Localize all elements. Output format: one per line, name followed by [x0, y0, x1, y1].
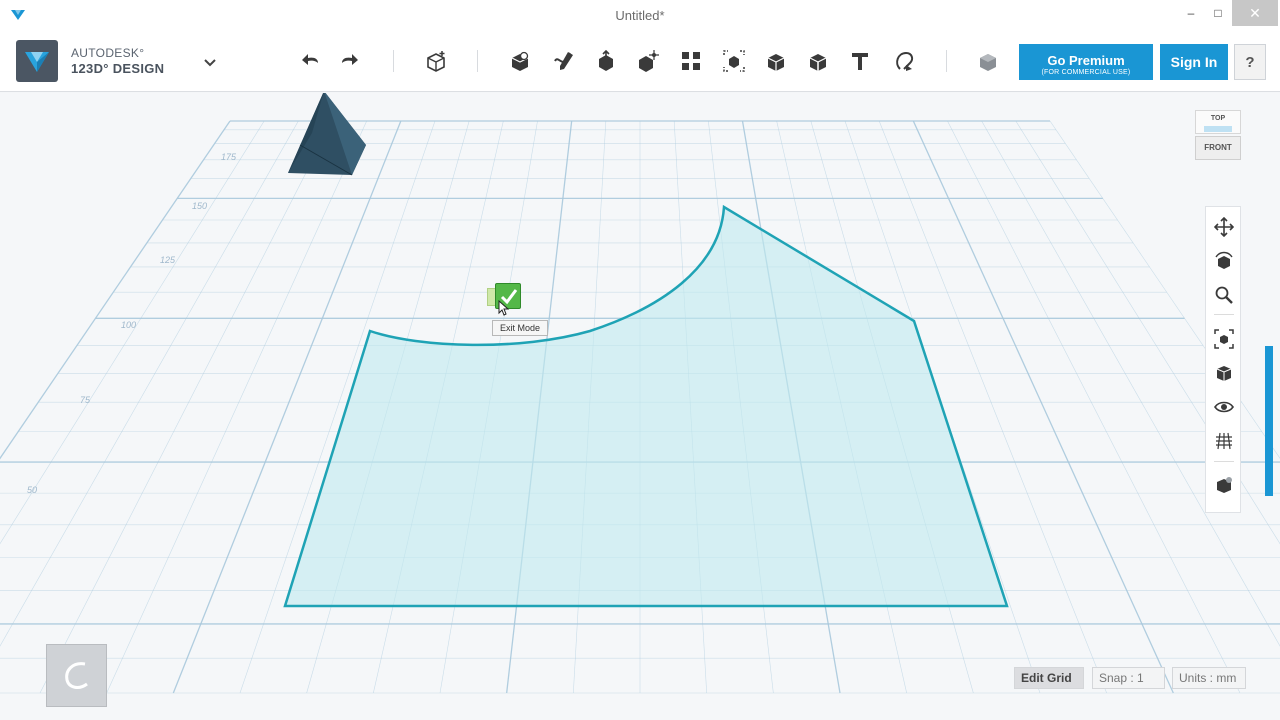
- navbar-separator: [1214, 314, 1234, 315]
- app-menu-logo[interactable]: [16, 40, 58, 82]
- close-button[interactable]: ✕: [1232, 0, 1278, 26]
- grid-label: 150: [192, 201, 208, 211]
- edit-grid-button[interactable]: Edit Grid: [1014, 667, 1084, 689]
- go-premium-button[interactable]: Go Premium (FOR COMMERCIAL USE): [1019, 44, 1153, 80]
- materials-icon[interactable]: [1211, 472, 1237, 498]
- grouping-icon[interactable]: [719, 46, 749, 76]
- scene-canvas[interactable]: [0, 93, 1280, 720]
- chevron-down-icon[interactable]: [202, 54, 218, 70]
- views-icon[interactable]: [1211, 360, 1237, 386]
- snap-icon[interactable]: [889, 46, 919, 76]
- brand-line2: 123D° DESIGN: [71, 61, 165, 76]
- view-cube-highlight: [1204, 126, 1232, 132]
- construct-icon[interactable]: [591, 46, 621, 76]
- material-icon[interactable]: [973, 46, 1003, 76]
- mouse-cursor-icon: [498, 300, 510, 316]
- maximize-button[interactable]: □: [1203, 0, 1233, 26]
- grid-label: 100: [121, 320, 137, 330]
- brand-name[interactable]: AUTODESK° 123D° DESIGN: [71, 46, 164, 76]
- undo-icon[interactable]: [295, 46, 325, 76]
- combine-icon[interactable]: [761, 46, 791, 76]
- minimize-button[interactable]: –: [1176, 0, 1206, 26]
- navbar-separator: [1214, 461, 1234, 462]
- units-dropdown[interactable]: Units : mm: [1172, 667, 1246, 689]
- main-toolbar: AUTODESK° 123D° DESIGN Go Premium (FOR C…: [0, 32, 1280, 92]
- text-icon[interactable]: [845, 46, 875, 76]
- wedge-solid[interactable]: [288, 93, 366, 176]
- grid-toggle-icon[interactable]: [1211, 428, 1237, 454]
- view-cube[interactable]: TOP FRONT: [1195, 110, 1241, 168]
- toolbar-separator: [946, 50, 947, 72]
- panel-expand-handle[interactable]: [1265, 346, 1273, 496]
- pattern-icon[interactable]: [676, 46, 706, 76]
- add-primitive-icon[interactable]: [421, 46, 451, 76]
- visibility-icon[interactable]: [1211, 394, 1237, 420]
- measure-icon[interactable]: [803, 46, 833, 76]
- view-cube-front[interactable]: FRONT: [1195, 136, 1241, 160]
- exit-mode-tooltip: Exit Mode: [492, 320, 549, 336]
- brand-line1: AUTODESK°: [71, 46, 145, 60]
- brand-badge: [46, 644, 107, 707]
- zoom-icon[interactable]: [1211, 282, 1237, 308]
- navigation-bar: [1205, 206, 1241, 513]
- primitives-icon[interactable]: [505, 46, 535, 76]
- go-premium-sublabel: (FOR COMMERCIAL USE): [1041, 68, 1131, 76]
- grid-label: 125: [160, 255, 176, 265]
- 123d-logo-icon: [25, 52, 49, 72]
- grid-label: 50: [27, 485, 38, 495]
- toolbar-separator: [393, 50, 394, 72]
- orbit-icon[interactable]: [1211, 248, 1237, 274]
- 3d-viewport[interactable]: 175 150 125 100 75 50 Exit Mode TOP FRON…: [0, 93, 1280, 720]
- sign-in-button[interactable]: Sign In: [1160, 44, 1228, 80]
- grid-label: 75: [80, 395, 91, 405]
- window-title: Untitled*: [615, 8, 665, 23]
- go-premium-label: Go Premium: [1047, 52, 1125, 68]
- sketch-icon[interactable]: [549, 46, 579, 76]
- redo-icon[interactable]: [335, 46, 365, 76]
- fit-icon[interactable]: [1211, 326, 1237, 352]
- pan-icon[interactable]: [1211, 214, 1237, 240]
- toolbar-separator: [477, 50, 478, 72]
- snap-dropdown[interactable]: Snap : 1: [1092, 667, 1165, 689]
- grid-label: 175: [221, 152, 237, 162]
- title-bar: Untitled* – □ ✕: [0, 0, 1280, 32]
- c-logo-icon: [64, 661, 88, 689]
- modify-icon[interactable]: [633, 46, 663, 76]
- help-button[interactable]: ?: [1234, 44, 1266, 80]
